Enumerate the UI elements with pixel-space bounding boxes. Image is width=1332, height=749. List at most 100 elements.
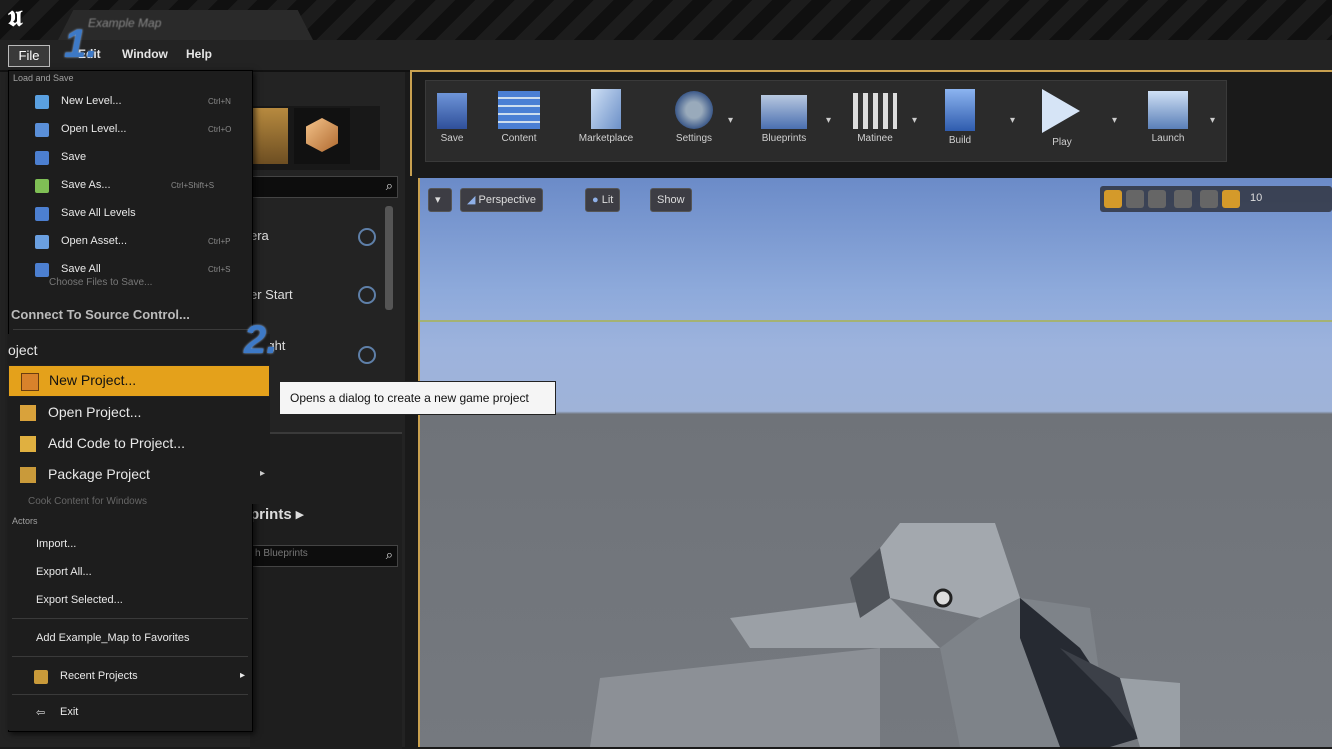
menu-label: Save All [61, 263, 101, 275]
menu-new-project[interactable]: New Project... [8, 365, 270, 397]
new-project-icon [21, 373, 39, 391]
menu-label: Open Project... [48, 404, 142, 420]
menu-save-all-levels[interactable]: Save All Levels [13, 203, 249, 225]
open-level-icon [35, 123, 49, 137]
translate-icon[interactable] [1104, 190, 1122, 208]
menu-save-as[interactable]: Save As... Ctrl+Shift+S [13, 175, 249, 197]
toolbar-settings-button[interactable]: Settings [662, 85, 726, 157]
menu-label: Recent Projects [60, 670, 138, 682]
paint-mode-icon[interactable] [252, 108, 288, 164]
perspective-button[interactable]: ◢ Perspective [460, 188, 543, 212]
menu-label: Exit [60, 706, 79, 718]
search-icon: ⌕ [385, 178, 393, 193]
menu-cook-content[interactable]: Cook Content for Windows [28, 496, 147, 507]
toolbar-save-button[interactable]: Save [432, 85, 472, 157]
level-viewport[interactable] [418, 178, 1332, 747]
place-search-input[interactable]: ⌕ [250, 176, 398, 198]
content-browser-panel [250, 432, 402, 749]
menu-recent-projects[interactable]: Recent Projects ▸ [12, 666, 248, 688]
save-icon [437, 93, 467, 129]
toolbar-blueprints-button[interactable]: Blueprints [744, 85, 824, 157]
toolbar-save-label: Save [440, 133, 464, 144]
settings-dropdown-icon[interactable]: ▾ [728, 115, 733, 126]
new-level-icon [35, 95, 49, 109]
menu-exit[interactable]: ⇦ Exit [12, 702, 248, 724]
lit-icon: ● [592, 194, 602, 206]
toolbar-marketplace-button[interactable]: Marketplace [562, 85, 650, 157]
blueprint-search-placeholder: h Blueprints [255, 548, 308, 559]
menu-open-level[interactable]: Open Level... Ctrl+O [13, 119, 249, 141]
rotate-icon[interactable] [1126, 190, 1144, 208]
lit-button[interactable]: ● Lit [585, 188, 621, 212]
menu-package-project[interactable]: Package Project ▸ [8, 460, 268, 490]
load-save-header: Load and Save [13, 73, 74, 83]
toolbar-launch-label: Launch [1151, 133, 1185, 144]
play-dropdown-icon[interactable]: ▾ [1112, 115, 1117, 126]
menu-file[interactable]: File [8, 45, 50, 67]
menu-choose-files[interactable]: Choose Files to Save... [49, 277, 152, 288]
toolbar-build-label: Build [948, 135, 972, 146]
blueprint-search-input[interactable]: h Blueprints ⌕ [250, 545, 398, 567]
menu-add-to-favorites[interactable]: Add Example_Map to Favorites [12, 628, 248, 650]
menu-label: Import... [36, 538, 77, 550]
viewport-options-button[interactable]: ▾ [428, 188, 452, 212]
save-as-icon [35, 179, 49, 193]
menu-new-level[interactable]: New Level... Ctrl+N [13, 91, 249, 113]
toolbar-build-button[interactable]: Build [932, 85, 988, 157]
surface-snap-icon[interactable] [1200, 190, 1218, 208]
menu-label: Package Project [48, 466, 150, 482]
menu-open-project[interactable]: Open Project... [8, 398, 268, 428]
save-icon [35, 151, 49, 165]
launch-dropdown-icon[interactable]: ▾ [1210, 115, 1215, 126]
blueprints-label[interactable]: prints ▸ [250, 505, 303, 523]
grid-snap-icon[interactable] [1222, 190, 1240, 208]
menu-label: Add Example_Map to Favorites [36, 632, 190, 644]
menu-separator [12, 694, 248, 695]
build-dropdown-icon[interactable]: ▾ [1010, 115, 1015, 126]
menu-connect-source-control[interactable]: Connect To Source Control... [11, 307, 190, 322]
shortcut: Ctrl+N [208, 97, 231, 106]
unreal-logo-icon[interactable]: 𝖀 [8, 6, 42, 34]
build-icon [945, 89, 975, 131]
toolbar-marketplace-label: Marketplace [578, 133, 634, 144]
info-icon [358, 286, 376, 304]
main-toolbar: Save Content Marketplace Settings ▾ Blue… [425, 80, 1227, 162]
world-local-icon[interactable] [1174, 190, 1192, 208]
show-button[interactable]: Show [650, 188, 692, 212]
level-tab-title: Example Map [88, 16, 162, 30]
menu-separator [12, 656, 248, 657]
geometry-mode-icon[interactable] [294, 108, 350, 164]
blueprints-dropdown-icon[interactable]: ▾ [826, 115, 831, 126]
menu-help[interactable]: Help [186, 47, 212, 61]
toolbar-play-label: Play [1052, 137, 1072, 148]
shortcut: Ctrl+Shift+S [171, 181, 215, 190]
menu-add-code-to-project[interactable]: Add Code to Project... [8, 429, 268, 459]
menu-label: Add Code to Project... [48, 435, 185, 451]
menu-import[interactable]: Import... [12, 534, 248, 556]
menu-open-asset[interactable]: Open Asset... Ctrl+P [13, 231, 249, 253]
menu-window[interactable]: Window [122, 47, 168, 61]
new-project-tooltip: Opens a dialog to create a new game proj… [279, 381, 556, 415]
toolbar-content-button[interactable]: Content [488, 85, 550, 157]
open-project-icon [20, 405, 36, 421]
perspective-label: Perspective [478, 194, 536, 206]
scale-icon[interactable] [1148, 190, 1166, 208]
grid-size-value[interactable]: 10 [1250, 192, 1262, 204]
shortcut: Ctrl+P [208, 237, 231, 246]
place-item-player-start[interactable]: er Start [250, 287, 293, 302]
menu-export-all[interactable]: Export All... [12, 562, 248, 584]
matinee-dropdown-icon[interactable]: ▾ [912, 115, 917, 126]
project-section-header: oject [8, 342, 38, 358]
save-all-levels-icon [35, 207, 49, 221]
menu-label: Export All... [36, 566, 92, 578]
exit-icon: ⇦ [36, 707, 46, 719]
recent-projects-icon [34, 670, 48, 684]
menu-save[interactable]: Save [13, 147, 249, 169]
place-scrollbar[interactable] [385, 206, 393, 310]
toolbar-matinee-button[interactable]: Matinee [844, 85, 906, 157]
marketplace-icon [591, 89, 621, 129]
toolbar-play-button[interactable]: Play [1028, 85, 1096, 157]
menu-export-selected[interactable]: Export Selected... [12, 590, 248, 612]
toolbar-launch-button[interactable]: Launch [1134, 85, 1202, 157]
horizon-line [418, 320, 1332, 322]
